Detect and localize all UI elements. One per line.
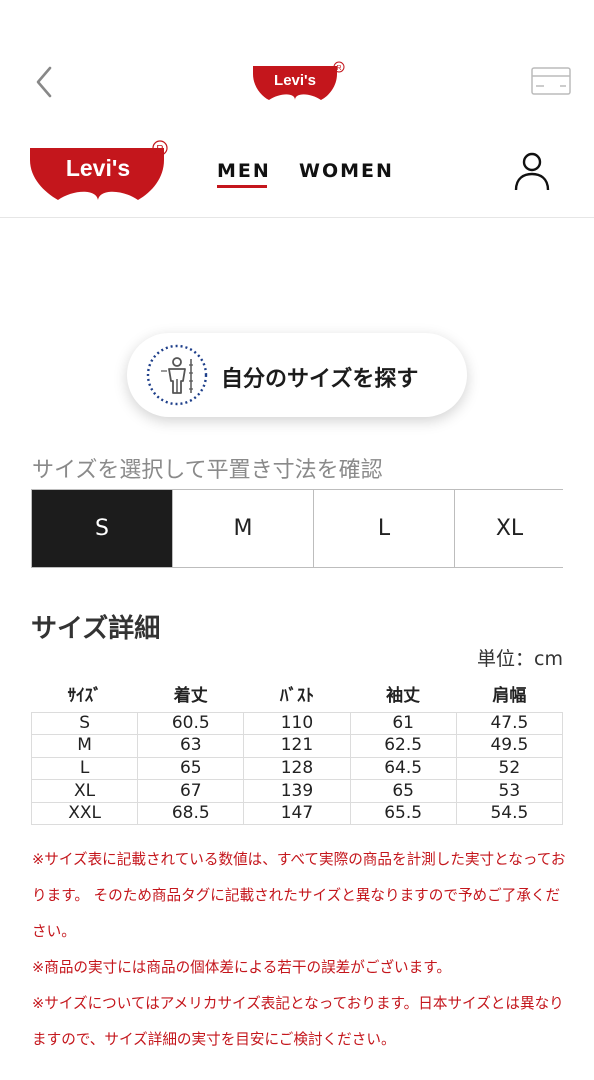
table-header-cell: 着丈 bbox=[173, 686, 208, 707]
size-tab-xl[interactable]: XL bbox=[455, 490, 564, 567]
size-tab-l[interactable]: L bbox=[314, 490, 455, 567]
note-text: ※商品の実寸には商品の個体差による若干の誤差がございます。 bbox=[32, 959, 451, 976]
back-button[interactable] bbox=[30, 62, 60, 102]
chevron-left-icon bbox=[36, 66, 52, 98]
table-cell: S bbox=[30, 711, 139, 736]
note-text: ※サイズについてはアメリカサイズ表記となっております。日本サイズとは異なりますの… bbox=[32, 995, 564, 1048]
user-icon bbox=[514, 152, 550, 191]
table-header-row: ｻｲｽﾞ 着丈 ﾊﾞｽﾄ 袖丈 肩幅 bbox=[32, 676, 563, 712]
size-notes: ※サイズ表に記載されている数値は、すべて実際の商品を計測した実寸となっております… bbox=[32, 842, 567, 1058]
table-cell: 65 bbox=[137, 756, 245, 781]
svg-text:R: R bbox=[156, 144, 163, 155]
logo-brand-text: Levi's bbox=[274, 72, 316, 89]
table-cell: 67 bbox=[137, 779, 245, 803]
table-cell: 49.5 bbox=[455, 734, 564, 758]
table-cell: 62.5 bbox=[349, 734, 457, 758]
table-cell: 54.5 bbox=[455, 801, 564, 826]
size-tab-m[interactable]: M bbox=[173, 490, 314, 567]
size-tab-s[interactable]: S bbox=[32, 490, 173, 567]
size-select-prompt: サイズを選択して平置き寸法を確認 bbox=[32, 458, 383, 483]
nav-tab-women[interactable]: WOMEN bbox=[299, 160, 394, 182]
credit-card-icon bbox=[531, 67, 571, 95]
table-cell: 139 bbox=[243, 779, 351, 803]
body-measure-icon bbox=[145, 343, 209, 407]
table-header-cell: ｻｲｽﾞ bbox=[67, 686, 102, 707]
unit-label: 単位：cm bbox=[477, 648, 563, 670]
top-bar: Levi's R bbox=[0, 0, 594, 130]
table-cell: 65 bbox=[349, 779, 457, 803]
table-row: L 65 128 64.5 52 bbox=[30, 756, 564, 781]
size-tabs: S M L XL bbox=[31, 489, 564, 568]
table-cell: 53 bbox=[455, 779, 564, 803]
table-cell: 65.5 bbox=[349, 801, 457, 826]
table-cell: L bbox=[30, 756, 139, 781]
table-cell: 68.5 bbox=[137, 801, 245, 826]
table-cell: 47.5 bbox=[455, 711, 564, 736]
levis-logo[interactable]: Levi's R bbox=[28, 138, 173, 202]
table-cell: 110 bbox=[243, 711, 351, 736]
nav-tab-men[interactable]: MEN bbox=[217, 160, 271, 182]
table-cell: 60.5 bbox=[137, 711, 245, 736]
size-detail-title: サイズ詳細 bbox=[31, 614, 161, 644]
active-tab-underline bbox=[217, 185, 267, 188]
card-button[interactable] bbox=[530, 66, 572, 96]
table-row: XXL 68.5 147 65.5 54.5 bbox=[30, 801, 564, 826]
table-cell: M bbox=[30, 734, 139, 758]
note-text: ※サイズ表に記載されている数値は、すべて実際の商品を計測した実寸となっております… bbox=[32, 851, 566, 940]
table-cell: 128 bbox=[243, 756, 351, 781]
table-cell: XL bbox=[30, 779, 139, 803]
table-cell: XXL bbox=[30, 801, 139, 826]
levis-logo-small[interactable]: Levi's R bbox=[251, 60, 346, 102]
table-header-cell: 肩幅 bbox=[492, 686, 527, 707]
find-my-size-label: 自分のサイズを探す bbox=[221, 367, 419, 392]
find-my-size-button[interactable]: 自分のサイズを探す bbox=[127, 333, 467, 417]
logo-brand-text: Levi's bbox=[66, 155, 130, 181]
table-cell: 64.5 bbox=[349, 756, 457, 781]
table-header-cell: 袖丈 bbox=[386, 686, 421, 707]
account-button[interactable] bbox=[512, 150, 552, 192]
svg-text:R: R bbox=[336, 65, 341, 72]
size-table: ｻｲｽﾞ 着丈 ﾊﾞｽﾄ 袖丈 肩幅 S 60.5 110 61 47.5 M … bbox=[30, 676, 564, 826]
table-header-cell: ﾊﾞｽﾄ bbox=[279, 686, 314, 707]
table-cell: 121 bbox=[243, 734, 351, 758]
table-row: M 63 121 62.5 49.5 bbox=[30, 734, 564, 758]
table-cell: 52 bbox=[455, 756, 564, 781]
table-row: XL 67 139 65 53 bbox=[30, 779, 564, 803]
table-cell: 147 bbox=[243, 801, 351, 826]
nav-bar: Levi's R MEN WOMEN bbox=[0, 130, 594, 218]
table-row: S 60.5 110 61 47.5 bbox=[30, 711, 564, 736]
table-cell: 63 bbox=[137, 734, 245, 758]
table-cell: 61 bbox=[349, 711, 457, 736]
